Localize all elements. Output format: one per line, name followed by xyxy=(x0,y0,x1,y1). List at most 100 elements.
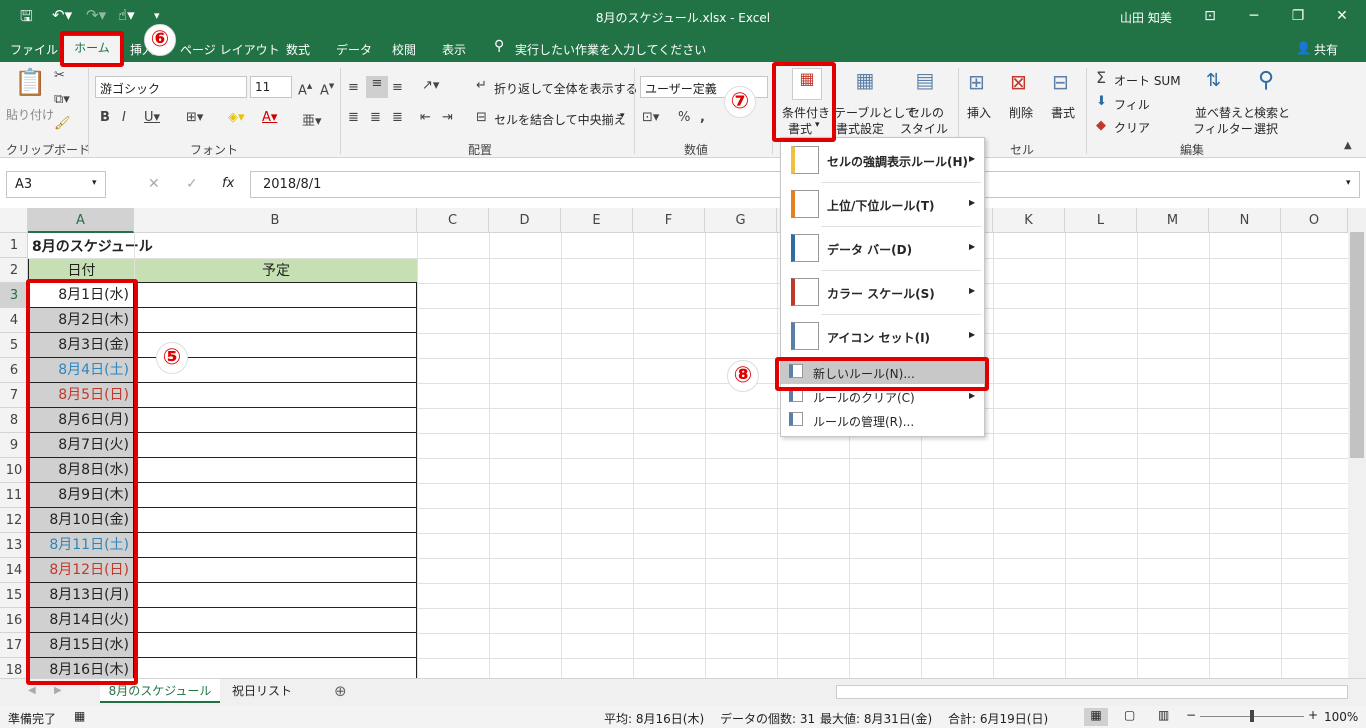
merge-center-icon[interactable]: ⊟ xyxy=(476,110,487,125)
plan-cell[interactable] xyxy=(134,658,417,678)
worksheet-grid[interactable]: 8月のスケジュール 日付 予定 8月1日(水) 8月2日(木) 8月3日(金) 8月4… xyxy=(28,233,1348,678)
align-center-icon[interactable]: ≣ xyxy=(370,110,381,125)
column-header[interactable]: C xyxy=(417,208,489,233)
autosum-icon[interactable]: Σ xyxy=(1096,68,1106,87)
scroll-left-icon[interactable]: ◀ xyxy=(28,685,36,696)
paste-icon[interactable]: 📋 xyxy=(14,68,46,98)
collapse-ribbon-icon[interactable]: ▲ xyxy=(1344,140,1352,151)
ribbon-options-icon[interactable]: ⊡ xyxy=(1196,4,1224,28)
plan-cell[interactable] xyxy=(134,383,417,408)
name-box[interactable]: A3 xyxy=(6,171,106,198)
menu-item[interactable]: データ バー(D) ▶ xyxy=(781,226,984,270)
tab-data[interactable]: データ xyxy=(336,41,372,58)
fill-icon[interactable]: ⬇ xyxy=(1096,94,1107,109)
wrap-text-icon[interactable]: ↵ xyxy=(476,78,487,93)
bold-icon[interactable]: B xyxy=(100,110,110,125)
tab-page-layout[interactable]: ページ レイアウト xyxy=(180,41,280,58)
column-header[interactable]: B xyxy=(134,208,417,233)
insert-cells-button[interactable]: 挿入 xyxy=(967,104,991,121)
search-icon[interactable]: ⚲ xyxy=(494,38,504,54)
row-header[interactable]: 5 xyxy=(0,333,28,358)
header-plan[interactable]: 予定 xyxy=(134,258,418,283)
menu-item[interactable]: カラー スケール(S) ▶ xyxy=(781,270,984,314)
zoom-slider-thumb[interactable] xyxy=(1250,710,1254,722)
cell-styles-button[interactable]: セルの xyxy=(908,104,944,121)
align-left-icon[interactable]: ≣ xyxy=(348,110,359,125)
italic-icon[interactable]: I xyxy=(122,110,126,125)
find-select-icon[interactable]: ⚲ xyxy=(1258,68,1274,93)
clear-icon[interactable]: ◆ xyxy=(1096,118,1106,133)
zoom-level[interactable]: 100% xyxy=(1324,710,1358,724)
autosum-button[interactable]: オート SUM xyxy=(1114,72,1181,89)
column-header[interactable]: E xyxy=(561,208,633,233)
row-header[interactable]: 8 xyxy=(0,408,28,433)
normal-view-icon[interactable]: ▦ xyxy=(1084,708,1108,726)
font-color-icon[interactable]: A▾ xyxy=(262,110,277,125)
merge-center-button[interactable]: セルを結合して中央揃え xyxy=(494,111,626,128)
comma-icon[interactable]: , xyxy=(700,110,705,125)
delete-cells-button[interactable]: 削除 xyxy=(1009,104,1033,121)
add-sheet-icon[interactable]: ⊕ xyxy=(334,682,347,700)
scroll-thumb[interactable] xyxy=(1350,232,1364,458)
horizontal-scrollbar[interactable] xyxy=(836,685,1348,699)
column-header[interactable]: K xyxy=(993,208,1065,233)
cut-icon[interactable]: ✂ xyxy=(54,68,65,83)
row-header[interactable]: 10 xyxy=(0,458,28,483)
tab-view[interactable]: 表示 xyxy=(442,41,466,58)
column-header[interactable]: F xyxy=(633,208,705,233)
insert-function-icon[interactable]: fx xyxy=(222,176,234,191)
paste-button[interactable]: 貼り付け xyxy=(6,106,54,123)
cell-styles-label[interactable]: スタイル xyxy=(900,120,948,137)
border-icon[interactable]: ⊞▾ xyxy=(186,110,203,125)
delete-cells-icon[interactable]: ⊠ xyxy=(1010,70,1027,94)
fill-color-icon[interactable]: ◈▾ xyxy=(228,110,245,125)
restore-icon[interactable]: ❐ xyxy=(1284,4,1312,28)
plan-cell[interactable] xyxy=(134,483,417,508)
tab-formulas[interactable]: 数式 xyxy=(286,41,310,58)
copy-icon[interactable]: ⧉▾ xyxy=(54,92,70,107)
close-icon[interactable]: ✕ xyxy=(1328,4,1356,28)
column-header[interactable]: A xyxy=(28,208,134,233)
tab-review[interactable]: 校閲 xyxy=(392,41,416,58)
menu-item[interactable]: セルの強調表示ルール(H) ▶ xyxy=(781,138,984,182)
macro-record-icon[interactable]: ▦ xyxy=(74,709,85,723)
share-button[interactable]: 共有 xyxy=(1314,41,1338,58)
tab-file[interactable]: ファイル xyxy=(10,41,58,58)
align-top-icon[interactable]: ≡ xyxy=(348,80,359,95)
column-header[interactable]: L xyxy=(1065,208,1137,233)
format-painter-icon[interactable]: 🖌 xyxy=(54,116,71,131)
underline-icon[interactable]: U▾ xyxy=(144,110,160,125)
row-header[interactable]: 15 xyxy=(0,583,28,608)
scroll-right-icon[interactable]: ▶ xyxy=(54,685,62,696)
align-bottom-icon[interactable]: ≡ xyxy=(392,80,403,95)
vertical-scrollbar[interactable] xyxy=(1348,208,1366,678)
zoom-in-icon[interactable]: + xyxy=(1308,708,1318,722)
share-icon[interactable]: 👤 xyxy=(1296,41,1311,55)
row-header[interactable]: 17 xyxy=(0,633,28,658)
fill-button[interactable]: フィル xyxy=(1114,96,1150,113)
find-select-label[interactable]: 選択 xyxy=(1254,120,1278,137)
page-layout-view-icon[interactable]: ▢ xyxy=(1124,708,1135,722)
user-name[interactable]: 山田 知美 xyxy=(1120,9,1172,26)
percent-icon[interactable]: % xyxy=(678,110,690,125)
menu-item[interactable]: ルールの管理(R)... xyxy=(781,408,984,432)
orientation-icon[interactable]: ↗▾ xyxy=(422,78,439,93)
enter-icon[interactable]: ✓ xyxy=(186,176,198,192)
phonetic-icon[interactable]: 亜▾ xyxy=(302,110,322,129)
row-header[interactable]: 16 xyxy=(0,608,28,633)
row-header[interactable]: 6 xyxy=(0,358,28,383)
cell-styles-icon[interactable]: ▤ xyxy=(910,68,940,100)
row-header[interactable]: 12 xyxy=(0,508,28,533)
row-header[interactable]: 13 xyxy=(0,533,28,558)
currency-icon[interactable]: ⊡▾ xyxy=(642,110,659,125)
row-header[interactable]: 2 xyxy=(0,258,28,283)
font-size-select[interactable]: 11 xyxy=(250,76,292,98)
column-header[interactable]: D xyxy=(489,208,561,233)
row-header[interactable]: 1 xyxy=(0,233,28,258)
format-as-table-icon[interactable]: ▦ xyxy=(850,68,880,100)
column-header[interactable]: G xyxy=(705,208,777,233)
sort-filter-button[interactable]: 並べ替えと xyxy=(1195,104,1255,121)
clear-button[interactable]: クリア xyxy=(1114,119,1150,136)
plan-cell[interactable] xyxy=(134,558,417,583)
sheet-tab[interactable]: 祝日リスト xyxy=(222,679,302,703)
